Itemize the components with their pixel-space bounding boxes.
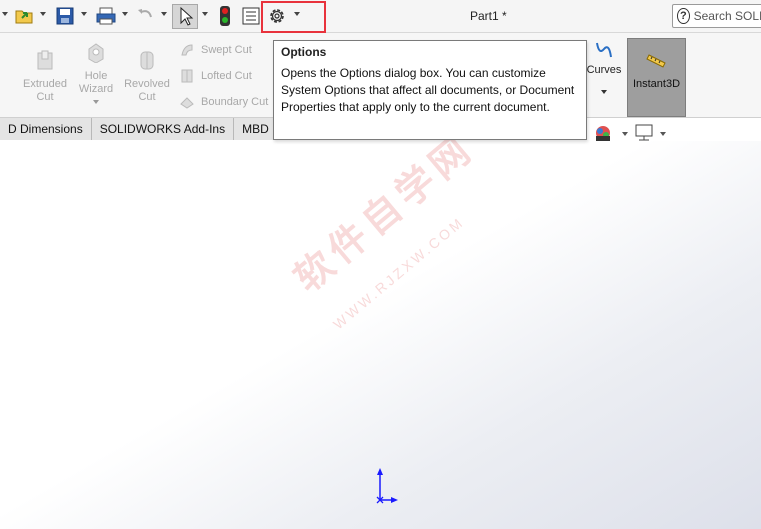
swept-cut-label: Swept Cut	[201, 44, 252, 56]
extruded-cut-tool[interactable]: Extruded Cut	[20, 49, 70, 104]
tooltip-body: Opens the Options dialog box. You can cu…	[281, 66, 575, 114]
hole-wizard-label-1: Hole	[84, 70, 108, 82]
print-button[interactable]	[94, 4, 118, 28]
lofted-cut-icon	[181, 69, 193, 83]
curves-label: Curves	[586, 64, 622, 76]
save-button[interactable]	[53, 4, 77, 28]
revolved-cut-icon	[140, 51, 154, 70]
document-title: Part1 *	[470, 9, 507, 23]
search-commands-box[interactable]: ? Search SOLID	[672, 4, 761, 28]
open-folder-icon	[15, 10, 33, 24]
hole-wizard-tool[interactable]: Hole Wizard	[75, 41, 117, 104]
tab-dimensions[interactable]: D Dimensions	[0, 118, 92, 140]
undo-button[interactable]	[134, 4, 156, 28]
extruded-cut-label-1: Extruded	[22, 78, 68, 90]
display-dropdown-icon[interactable]	[660, 132, 666, 136]
display-monitor-icon[interactable]	[635, 124, 653, 141]
curves-tool[interactable]: Curves	[584, 39, 624, 94]
rebuild-button[interactable]	[215, 4, 235, 28]
command-manager-tabs: D Dimensions SOLIDWORKS Add-Ins MBD	[0, 118, 278, 140]
extruded-cut-label-2: Cut	[36, 91, 54, 103]
revolved-cut-tool[interactable]: Revolved Cut	[122, 49, 172, 104]
file-properties-button[interactable]	[240, 4, 262, 28]
instant3d-label: Instant3D	[632, 78, 681, 90]
options-highlight-frame	[261, 1, 326, 33]
hole-wizard-dropdown-icon[interactable]	[93, 100, 99, 104]
instant3d-button[interactable]: Instant3D	[627, 38, 686, 117]
search-placeholder: Search SOLID	[693, 9, 761, 23]
new-dropdown-arrow-icon[interactable]	[2, 12, 8, 16]
traffic-light-icon	[220, 6, 230, 26]
undo-arrow-icon	[138, 9, 152, 18]
select-dropdown-arrow-icon[interactable]	[202, 12, 208, 16]
reference-triad-icon	[376, 468, 398, 504]
open-dropdown-arrow-icon[interactable]	[40, 12, 46, 16]
save-disk-icon	[56, 7, 74, 25]
appearance-sphere-icon[interactable]	[596, 126, 610, 141]
select-button[interactable]	[172, 4, 198, 29]
undo-dropdown-arrow-icon[interactable]	[161, 12, 167, 16]
help-question-icon: ?	[677, 8, 690, 24]
hole-wizard-label-2: Wizard	[78, 83, 114, 95]
pointer-arrow-icon	[180, 6, 194, 26]
lofted-cut-tool[interactable]: Lofted Cut	[179, 68, 252, 84]
curves-dropdown-icon[interactable]	[601, 90, 607, 94]
printer-icon	[96, 7, 116, 25]
open-button[interactable]	[13, 4, 37, 28]
print-dropdown-arrow-icon[interactable]	[122, 12, 128, 16]
appearance-dropdown-icon[interactable]	[622, 132, 628, 136]
file-properties-icon	[242, 7, 260, 25]
boundary-cut-tool[interactable]: Boundary Cut	[179, 94, 268, 110]
tooltip-title: Options	[281, 45, 327, 59]
save-dropdown-arrow-icon[interactable]	[81, 12, 87, 16]
options-tooltip: Options Opens the Options dialog box. Yo…	[273, 40, 587, 140]
swept-cut-tool[interactable]: Swept Cut	[179, 42, 252, 58]
revolved-cut-label-2: Cut	[138, 91, 156, 103]
quick-access-toolbar: Part1 * ? Search SOLID	[0, 0, 761, 33]
boundary-cut-icon	[180, 97, 194, 109]
curves-icon	[596, 42, 612, 58]
boundary-cut-label: Boundary Cut	[201, 96, 269, 108]
revolved-cut-label-1: Revolved	[124, 78, 170, 90]
instant3d-ruler-icon	[645, 54, 666, 68]
lofted-cut-label: Lofted Cut	[201, 70, 252, 82]
tab-mbd[interactable]: MBD	[234, 118, 278, 140]
swept-cut-icon	[181, 44, 193, 56]
hole-wizard-icon	[88, 43, 104, 64]
tab-solidworks-add-ins[interactable]: SOLIDWORKS Add-Ins	[91, 118, 235, 140]
extruded-cut-icon	[37, 50, 53, 70]
